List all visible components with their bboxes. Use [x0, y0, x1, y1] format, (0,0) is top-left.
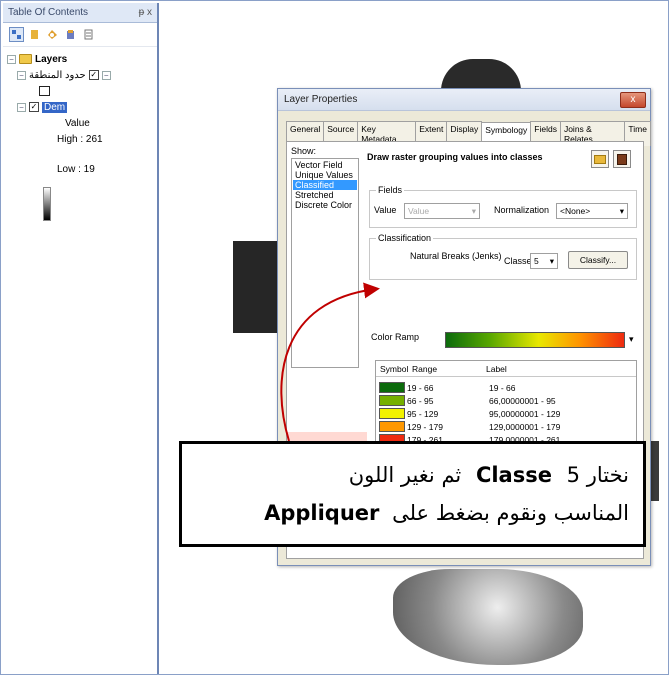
- instruction-callout: نختار Classe 5 ثم نغير اللون المناسب ونق…: [179, 441, 646, 547]
- callout-line-1: نختار Classe 5 ثم نغير اللون: [196, 456, 629, 494]
- callout-text-d: المناسب ونقوم بضغط على: [392, 501, 629, 525]
- callout-appliquer: Appliquer: [264, 501, 380, 525]
- annotation-arrow: [280, 282, 380, 442]
- callout-line-2: المناسب ونقوم بضغط على Appliquer: [196, 494, 629, 532]
- callout-text-a: نختار: [586, 463, 629, 487]
- callout-classe: Classe: [475, 463, 552, 487]
- arcmap-window: Table Of Contents ᵽ x − Layers − حدود ال…: [0, 0, 669, 675]
